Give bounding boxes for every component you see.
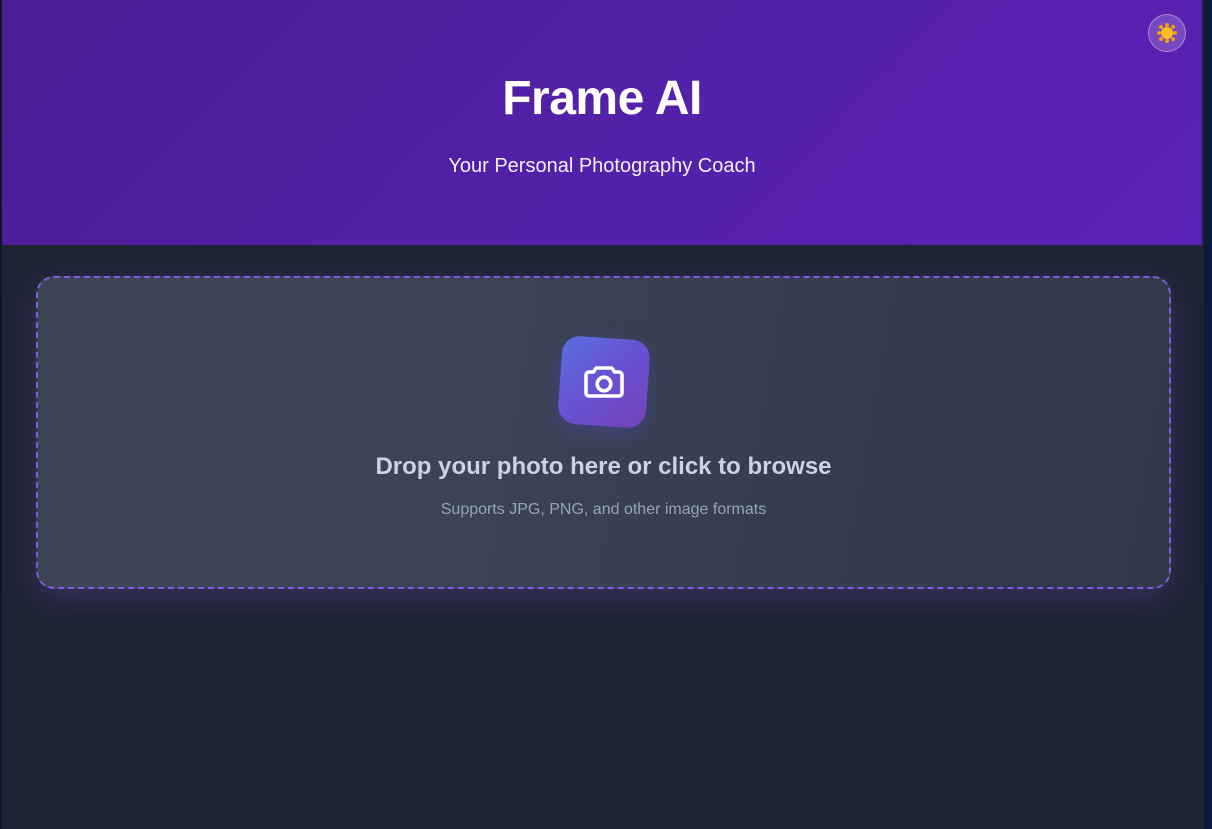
sun-icon (1161, 27, 1173, 39)
camera-icon (556, 335, 651, 429)
app-root: Frame AI Your Personal Photography Coach… (2, 0, 1204, 829)
theme-toggle-button[interactable] (1148, 14, 1186, 52)
hero-header: Frame AI Your Personal Photography Coach (2, 0, 1202, 245)
window-edge-right (1204, 0, 1212, 829)
photo-dropzone[interactable]: Drop your photo here or click to browse … (36, 276, 1171, 589)
dropzone-title: Drop your photo here or click to browse (375, 453, 832, 480)
app-title: Frame AI (502, 72, 702, 125)
dropzone-subtitle: Supports JPG, PNG, and other image forma… (440, 501, 767, 518)
app-subtitle: Your Personal Photography Coach (448, 155, 756, 177)
